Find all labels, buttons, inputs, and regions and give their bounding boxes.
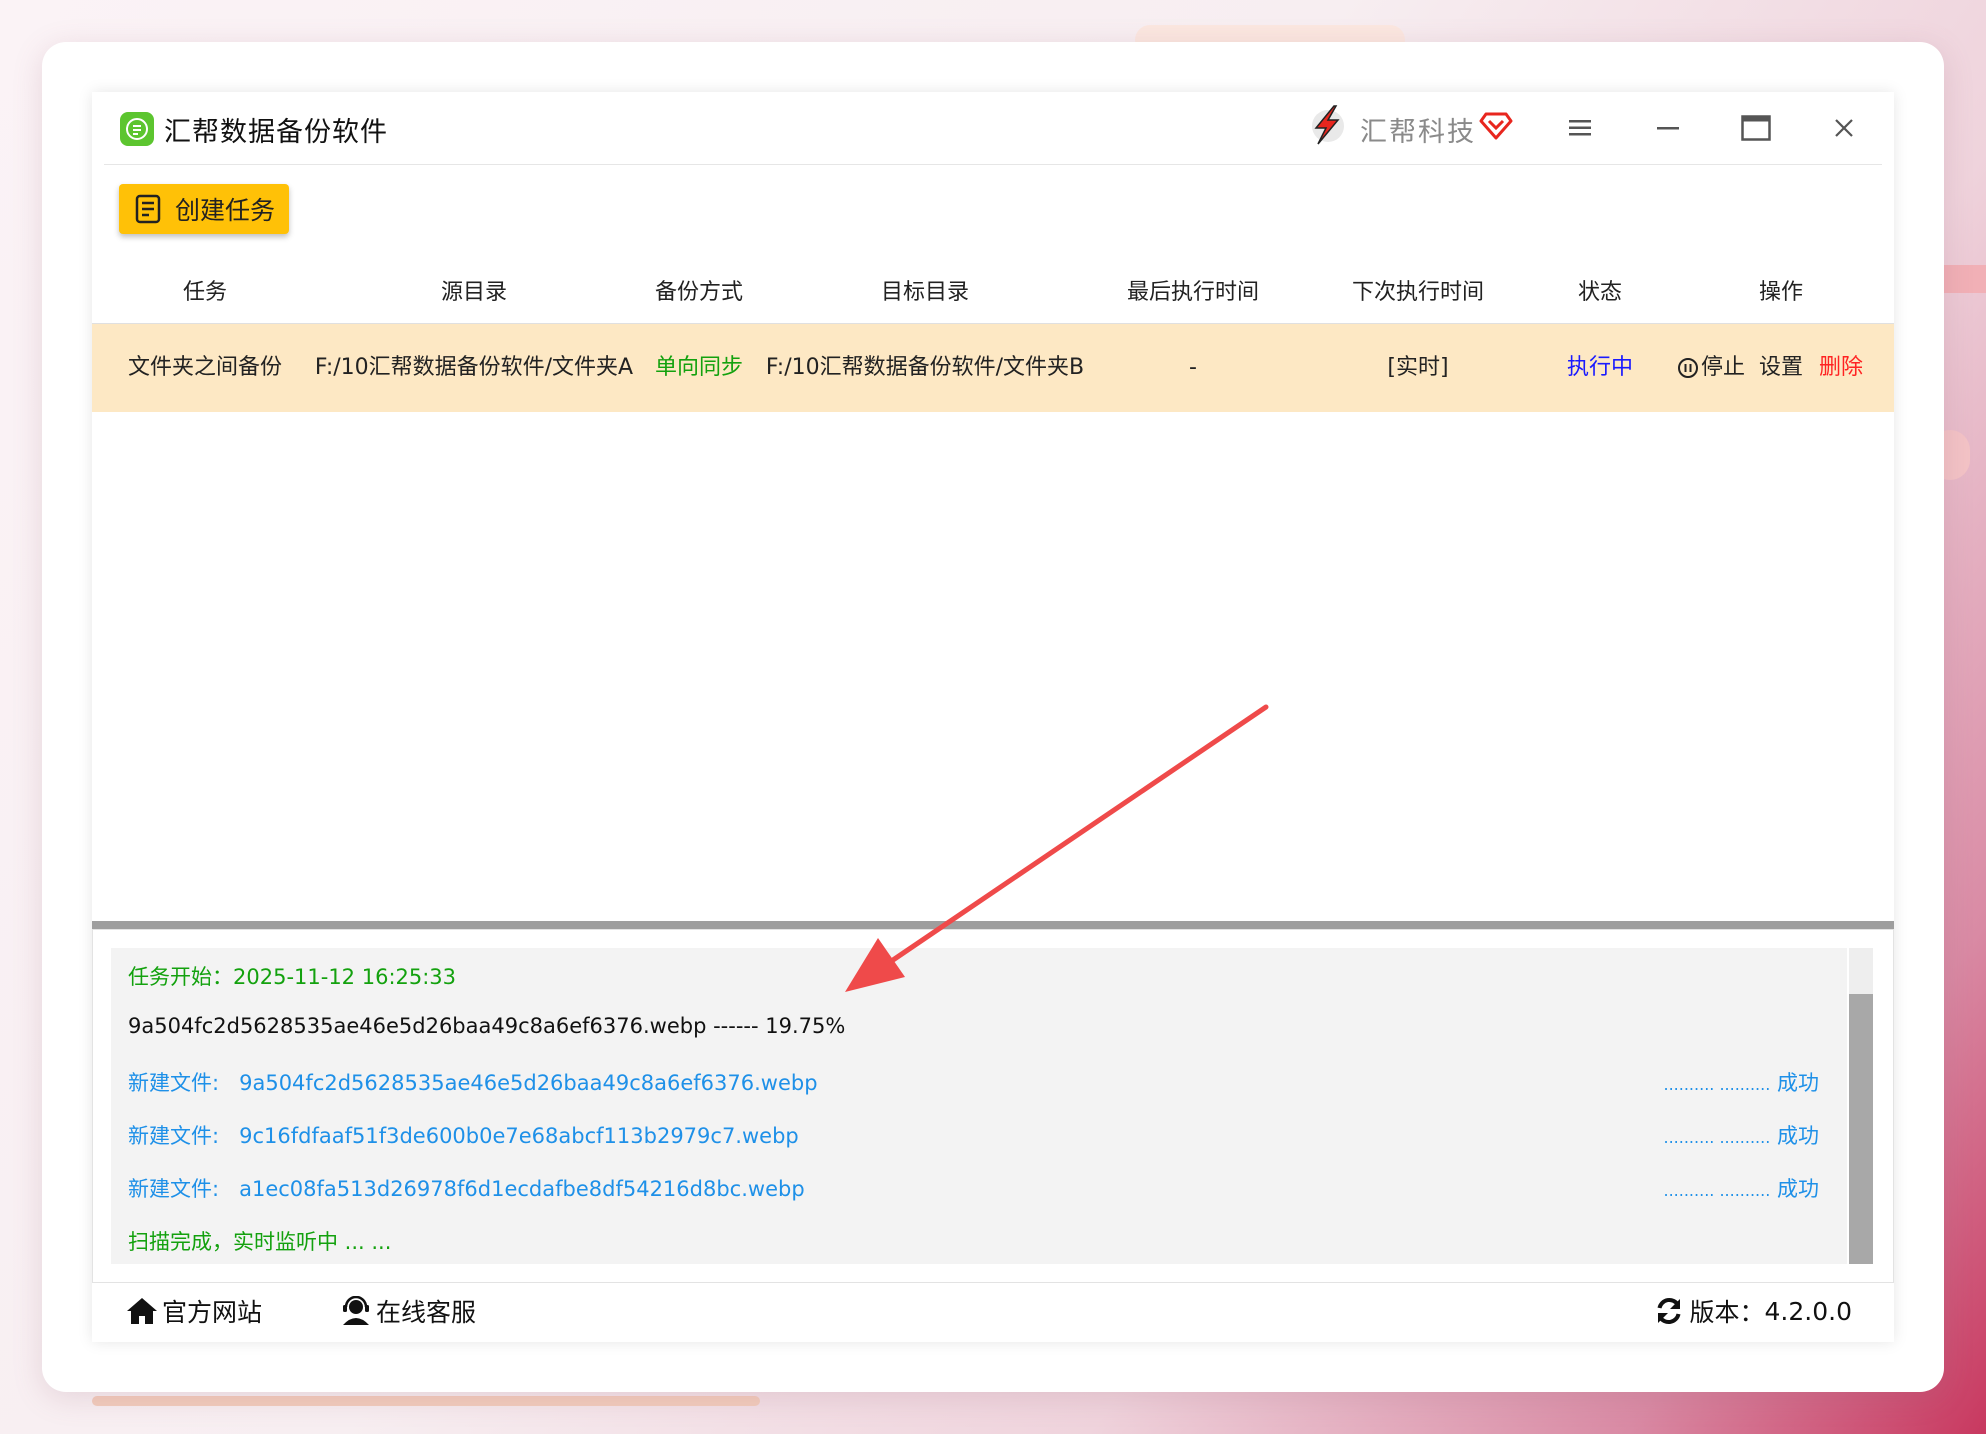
header-last-run: 最后执行时间 [1126, 280, 1260, 305]
header-next-run: 下次执行时间 [1351, 280, 1485, 305]
log-panel: 任务开始：2025-11-12 16:25:33 9a504fc2d562853… [92, 929, 1894, 1283]
create-task-label: 创建任务 [175, 196, 276, 225]
cell-target: F:/10汇帮数据备份软件/文件夹B [765, 355, 1085, 380]
diamond-icon[interactable] [1478, 106, 1514, 142]
log-entry-status: .......... .......... 成功 [1663, 1124, 1820, 1148]
cell-last-run: - [1189, 355, 1197, 380]
minimize-icon [1657, 127, 1679, 130]
header-target: 目标目录 [880, 280, 970, 305]
menu-button[interactable] [1558, 106, 1602, 150]
log-end-line: 扫描完成，实时监听中 ... ... [128, 1230, 392, 1254]
app-logo-icon [120, 112, 154, 146]
stop-label: 停止 [1701, 355, 1746, 380]
app-title: 汇帮数据备份软件 [164, 117, 388, 148]
header-task: 任务 [182, 280, 228, 305]
footer-bar: 官方网站 在线客服 版本： 4.2.0.0 [92, 1283, 1894, 1342]
cell-task: 文件夹之间备份 [127, 355, 283, 380]
panel-splitter[interactable] [92, 921, 1894, 929]
title-bar: 汇帮数据备份软件 汇帮科技 [92, 92, 1894, 164]
table-row[interactable]: 文件夹之间备份 F:/10汇帮数据备份软件/文件夹A 单向同步 F:/10汇帮数… [92, 324, 1894, 412]
cell-status: 执行中 [1566, 355, 1634, 380]
delete-button[interactable]: 删除 [1819, 324, 1863, 412]
version-info[interactable]: 版本： 4.2.0.0 [1654, 1293, 1852, 1329]
pause-icon [1678, 358, 1698, 378]
version-value: 4.2.0.0 [1764, 1296, 1852, 1326]
log-scroll-thumb[interactable] [1849, 994, 1873, 1264]
brand-name: 汇帮科技 [1360, 117, 1476, 148]
refresh-icon [1657, 1297, 1680, 1325]
minimize-button[interactable] [1646, 106, 1690, 150]
task-list-icon [135, 194, 161, 224]
settings-button[interactable]: 设置 [1759, 324, 1803, 412]
stop-button[interactable]: 停止 [1677, 324, 1745, 412]
header-source: 源目录 [440, 280, 508, 305]
home-icon [127, 1298, 157, 1324]
create-task-button[interactable]: 创建任务 [119, 184, 289, 234]
cell-source: F:/10汇帮数据备份软件/文件夹A [314, 355, 634, 380]
log-entry-status: .......... .......... 成功 [1663, 1071, 1820, 1095]
log-scrollbar[interactable] [1849, 948, 1873, 1264]
title-separator [104, 164, 1882, 165]
header-status: 状态 [1577, 280, 1623, 305]
header-mode: 备份方式 [654, 280, 744, 305]
close-icon [1835, 119, 1853, 137]
header-actions: 操作 [1758, 280, 1804, 305]
log-entry-status: .......... .......... 成功 [1663, 1177, 1820, 1201]
log-entry: 新建文件: 9a504fc2d5628535ae46e5d26baa49c8a6… [128, 1071, 818, 1095]
website-link[interactable]: 官方网站 [126, 1293, 262, 1329]
log-progress-line: 9a504fc2d5628535ae46e5d26baa49c8a6ef6376… [128, 1014, 846, 1038]
support-agent-icon [343, 1296, 369, 1325]
log-content: 任务开始：2025-11-12 16:25:33 9a504fc2d562853… [111, 948, 1847, 1264]
close-button[interactable] [1822, 106, 1866, 150]
website-label: 官方网站 [162, 1298, 263, 1327]
log-entry: 新建文件: 9c16fdfaaf51f3de600b0e7e68abcf113b… [128, 1124, 799, 1148]
maximize-button[interactable] [1734, 106, 1778, 150]
hamburger-icon [1569, 120, 1591, 136]
support-link[interactable]: 在线客服 [340, 1293, 476, 1329]
version-label: 版本： [1689, 1298, 1765, 1327]
log-entry: 新建文件: a1ec08fa513d26978f6d1ecdafbe8df542… [128, 1177, 805, 1201]
cell-mode: 单向同步 [654, 355, 744, 380]
app-window: 汇帮数据备份软件 汇帮科技 创建任务 任务 源目录 备份方式 目标目录 最后执行… [92, 92, 1894, 1342]
log-start-line: 任务开始：2025-11-12 16:25:33 [128, 965, 457, 989]
background-bar [92, 1396, 760, 1406]
support-label: 在线客服 [376, 1298, 477, 1327]
brand-logo-icon [1312, 105, 1344, 145]
maximize-icon [1741, 115, 1771, 141]
table-header: 任务 源目录 备份方式 目标目录 最后执行时间 下次执行时间 状态 操作 [92, 262, 1894, 324]
cell-next-run: [实时] [1387, 355, 1449, 380]
